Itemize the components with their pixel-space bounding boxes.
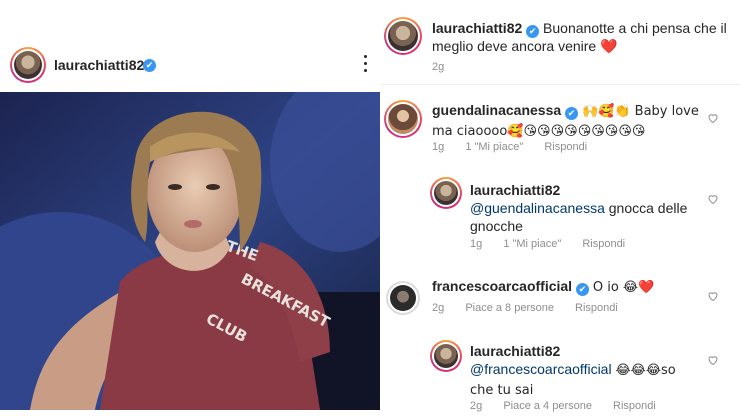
reply-meta: 2g Piace a 4 persone Rispondi [470, 400, 674, 412]
reply-button[interactable]: Rispondi [582, 238, 625, 250]
verified-badge-icon: ✔ [143, 59, 156, 72]
selfie-image: THE BREAKFAST CLUB [0, 92, 380, 410]
caption-divider [380, 84, 740, 85]
reply-avatar[interactable] [430, 177, 462, 209]
verified-badge-icon: ✔ [526, 25, 540, 38]
post-author-username[interactable]: laurachiatti82 [54, 57, 144, 73]
reply-author[interactable]: laurachiatti82 [470, 343, 560, 359]
comment-likes[interactable]: 1 "Mi piace" [465, 141, 523, 153]
caption-time[interactable]: 2g [432, 61, 444, 73]
mention-link[interactable]: @francescoarcaofficial [470, 361, 612, 377]
reply-avatar[interactable] [430, 340, 462, 372]
reply-button[interactable]: Rispondi [575, 302, 618, 314]
comment-avatar[interactable] [386, 281, 420, 315]
comment-author[interactable]: francescoarcaofficial [432, 278, 572, 294]
like-heart-icon[interactable] [707, 112, 719, 124]
comment-meta: 1g 1 "Mi piace" Rispondi [432, 141, 605, 153]
comment-time[interactable]: 1g [432, 141, 444, 153]
reply-meta: 1g 1 "Mi piace" Rispondi [470, 238, 643, 250]
reply-time[interactable]: 1g [470, 238, 482, 250]
comment-author[interactable]: guendalinacanessa [432, 102, 561, 118]
caption-text: laurachiatti82 ✔ Buonanotte a chi pensa … [432, 19, 732, 55]
reply-button[interactable]: Rispondi [613, 400, 656, 412]
like-heart-icon[interactable] [707, 354, 719, 366]
post-photo[interactable]: THE BREAKFAST CLUB [0, 92, 380, 410]
reply-author[interactable]: laurachiatti82 [470, 182, 560, 198]
comment-likes[interactable]: Piace a 8 persone [465, 302, 554, 314]
mention-link[interactable]: @guendalinacanessa [470, 200, 605, 216]
author-avatar[interactable] [10, 47, 46, 83]
reply-time[interactable]: 2g [470, 400, 482, 412]
caption-meta: 2g [432, 61, 462, 73]
reply-text: laurachiatti82 @guendalinacanessa gnocca… [470, 181, 700, 235]
like-heart-icon[interactable] [707, 290, 719, 302]
caption-avatar[interactable] [384, 17, 422, 55]
column-divider [380, 0, 381, 420]
post-header: laurachiatti82 ✔ [0, 0, 380, 92]
comment-text: guendalinacanessa ✔ 🙌🥰👏 Baby love ma cia… [432, 101, 702, 141]
comment-text: francescoarcaofficial ✔ O io 😂❤️ [432, 277, 702, 297]
reply-likes[interactable]: Piace a 4 persone [503, 400, 592, 412]
comment-avatar[interactable] [384, 100, 422, 138]
more-options-icon[interactable] [360, 55, 370, 75]
comment-body: O io 😂❤️ [592, 280, 655, 295]
verified-badge-icon: ✔ [575, 283, 589, 296]
verified-badge-icon: ✔ [565, 107, 579, 120]
reply-likes[interactable]: 1 "Mi piace" [503, 238, 561, 250]
reply-button[interactable]: Rispondi [544, 141, 587, 153]
comment-time[interactable]: 2g [432, 302, 444, 314]
comment-meta: 2g Piace a 8 persone Rispondi [432, 302, 636, 314]
like-heart-icon[interactable] [707, 193, 719, 205]
caption-author[interactable]: laurachiatti82 [432, 20, 522, 36]
reply-text: laurachiatti82 @francescoarcaofficial 😂😂… [470, 342, 700, 400]
